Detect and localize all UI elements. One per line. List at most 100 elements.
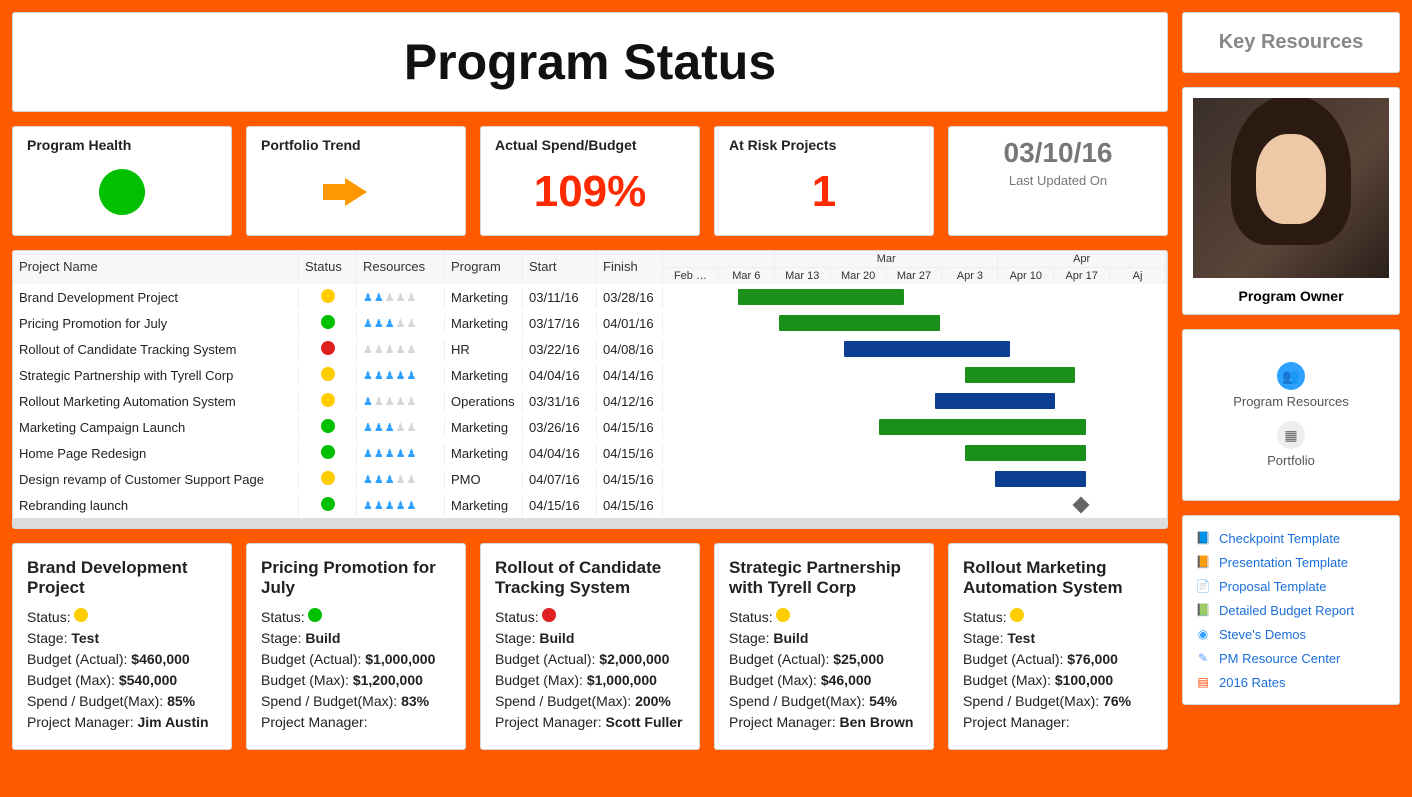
timeline-tick: Mar 20 bbox=[831, 268, 887, 284]
project-name: Home Page Redesign bbox=[13, 443, 299, 464]
table-row[interactable]: Rollout Marketing Automation System♟♟♟♟♟… bbox=[13, 388, 1167, 414]
resource-link[interactable]: ✎PM Resource Center bbox=[1195, 646, 1387, 670]
side-title: Key Resources bbox=[1182, 12, 1400, 73]
gantt-bar[interactable] bbox=[879, 419, 1085, 435]
timeline-tick: Mar 27 bbox=[887, 268, 943, 284]
finish-cell: 04/15/16 bbox=[597, 443, 663, 464]
gantt-bar[interactable] bbox=[935, 393, 1056, 409]
person-icon: ♟ bbox=[396, 473, 406, 486]
project-card[interactable]: Rollout of Candidate Tracking SystemStat… bbox=[480, 543, 700, 750]
person-icon: ♟ bbox=[385, 343, 395, 356]
gantt-bar[interactable] bbox=[738, 289, 904, 305]
title-panel: Program Status bbox=[12, 12, 1168, 112]
person-icon: ♟ bbox=[407, 369, 417, 382]
card-title: Strategic Partnership with Tyrell Corp bbox=[729, 558, 919, 598]
table-row[interactable]: Strategic Partnership with Tyrell Corp♟♟… bbox=[13, 362, 1167, 388]
resource-link[interactable]: ◉Steve's Demos bbox=[1195, 622, 1387, 646]
col-status[interactable]: Status bbox=[299, 251, 357, 284]
resource-link[interactable]: 📄Proposal Template bbox=[1195, 574, 1387, 598]
person-icon: ♟ bbox=[363, 369, 373, 382]
project-card[interactable]: Pricing Promotion for JulyStatus: Stage:… bbox=[246, 543, 466, 750]
file-icon: 📘 bbox=[1195, 530, 1211, 546]
person-icon: ♟ bbox=[407, 499, 417, 512]
gantt-bar[interactable] bbox=[779, 315, 940, 331]
month-apr: Apr bbox=[998, 251, 1166, 268]
person-icon: ♟ bbox=[363, 473, 373, 486]
person-icon: ♟ bbox=[363, 291, 373, 304]
table-row[interactable]: Rebranding launch♟♟♟♟♟Marketing04/15/160… bbox=[13, 492, 1167, 518]
link-text: PM Resource Center bbox=[1219, 651, 1340, 666]
portfolio-link[interactable]: ▦ Portfolio bbox=[1193, 421, 1389, 468]
gantt-bar[interactable] bbox=[995, 471, 1086, 487]
start-cell: 03/31/16 bbox=[523, 391, 597, 412]
person-icon: ♟ bbox=[385, 473, 395, 486]
gantt-scrollbar[interactable] bbox=[13, 518, 1167, 528]
person-icon: ♟ bbox=[374, 343, 384, 356]
person-icon: ♟ bbox=[374, 369, 384, 382]
program-resources-link[interactable]: 👥 Program Resources bbox=[1193, 362, 1389, 409]
finish-cell: 03/28/16 bbox=[597, 287, 663, 308]
table-row[interactable]: Pricing Promotion for July♟♟♟♟♟Marketing… bbox=[13, 310, 1167, 336]
finish-cell: 04/14/16 bbox=[597, 365, 663, 386]
project-card[interactable]: Brand Development ProjectStatus: Stage: … bbox=[12, 543, 232, 750]
person-icon: ♟ bbox=[363, 499, 373, 512]
link-text: Checkpoint Template bbox=[1219, 531, 1340, 546]
resource-link[interactable]: 📘 Checkpoint Template bbox=[1195, 526, 1387, 550]
timeline-tick: Aj bbox=[1110, 268, 1166, 284]
program-cell: Marketing bbox=[445, 417, 523, 438]
project-name: Marketing Campaign Launch bbox=[13, 417, 299, 438]
timeline-tick: Mar 6 bbox=[719, 268, 775, 284]
program-cell: Marketing bbox=[445, 443, 523, 464]
person-icon: ♟ bbox=[363, 395, 373, 408]
card-title: Rollout of Candidate Tracking System bbox=[495, 558, 685, 598]
trend-arrow-icon bbox=[345, 178, 367, 206]
person-icon: ♟ bbox=[374, 499, 384, 512]
table-row[interactable]: Marketing Campaign Launch♟♟♟♟♟Marketing0… bbox=[13, 414, 1167, 440]
project-name: Brand Development Project bbox=[13, 287, 299, 308]
person-icon: ♟ bbox=[407, 317, 417, 330]
gantt-bar[interactable] bbox=[965, 367, 1076, 383]
gantt-bar[interactable] bbox=[965, 445, 1086, 461]
person-icon: ♟ bbox=[374, 447, 384, 460]
table-row[interactable]: Brand Development Project♟♟♟♟♟Marketing0… bbox=[13, 284, 1167, 310]
person-icon: ♟ bbox=[396, 499, 406, 512]
page-title: Program Status bbox=[13, 33, 1167, 91]
link-text: Proposal Template bbox=[1219, 579, 1326, 594]
status-indicator-icon bbox=[321, 367, 335, 381]
timeline-tick: Mar 13 bbox=[775, 268, 831, 284]
table-row[interactable]: Design revamp of Customer Support Page♟♟… bbox=[13, 466, 1167, 492]
col-name[interactable]: Project Name bbox=[13, 251, 299, 284]
start-cell: 04/04/16 bbox=[523, 443, 597, 464]
person-icon: ♟ bbox=[363, 343, 373, 356]
resource-link[interactable]: 📙Presentation Template bbox=[1195, 550, 1387, 574]
status-indicator-icon bbox=[321, 289, 335, 303]
finish-cell: 04/01/16 bbox=[597, 313, 663, 334]
gantt-panel: Project Name Status Resources Program St… bbox=[12, 250, 1168, 529]
status-indicator-icon bbox=[321, 315, 335, 329]
project-card[interactable]: Rollout Marketing Automation SystemStatu… bbox=[948, 543, 1168, 750]
col-finish[interactable]: Finish bbox=[597, 251, 663, 284]
start-cell: 04/07/16 bbox=[523, 469, 597, 490]
person-icon: ♟ bbox=[363, 447, 373, 460]
owner-avatar bbox=[1193, 98, 1389, 278]
person-icon: ♟ bbox=[385, 317, 395, 330]
link-text: Steve's Demos bbox=[1219, 627, 1306, 642]
person-icon: ♟ bbox=[374, 291, 384, 304]
status-indicator-icon bbox=[321, 445, 335, 459]
col-start[interactable]: Start bbox=[523, 251, 597, 284]
col-resources[interactable]: Resources bbox=[357, 251, 445, 284]
person-icon: ♟ bbox=[374, 317, 384, 330]
gantt-bar[interactable] bbox=[844, 341, 1010, 357]
kpi-updated: 03/10/16 Last Updated On bbox=[948, 126, 1168, 236]
status-indicator-icon bbox=[308, 608, 322, 622]
table-row[interactable]: Rollout of Candidate Tracking System♟♟♟♟… bbox=[13, 336, 1167, 362]
project-card[interactable]: Strategic Partnership with Tyrell CorpSt… bbox=[714, 543, 934, 750]
kpi-health-label: Program Health bbox=[27, 137, 217, 153]
project-name: Design revamp of Customer Support Page bbox=[13, 469, 299, 490]
col-program[interactable]: Program bbox=[445, 251, 523, 284]
person-icon: ♟ bbox=[363, 317, 373, 330]
resource-link[interactable]: ▤2016 Rates bbox=[1195, 670, 1387, 694]
resource-link[interactable]: 📗Detailed Budget Report bbox=[1195, 598, 1387, 622]
table-row[interactable]: Home Page Redesign♟♟♟♟♟Marketing04/04/16… bbox=[13, 440, 1167, 466]
person-icon: ♟ bbox=[385, 421, 395, 434]
